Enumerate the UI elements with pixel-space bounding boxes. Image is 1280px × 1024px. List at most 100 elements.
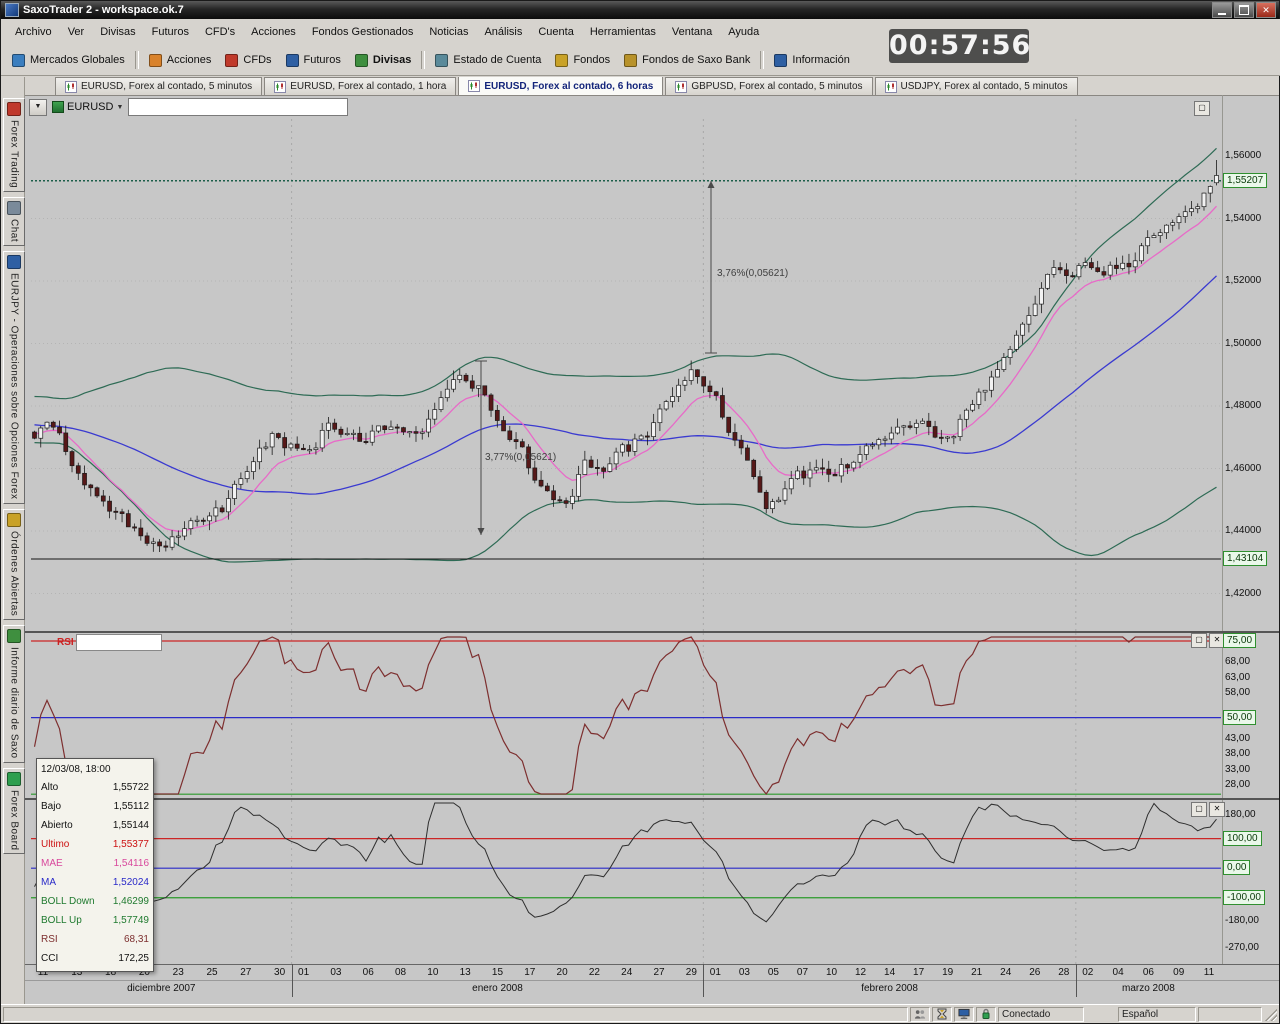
price-pane-maximize-icon[interactable]: ▢ [1194,101,1210,116]
toolbar-button[interactable]: Futuros [279,51,348,70]
sidebar-item[interactable]: Órdenes Abiertas [3,509,25,620]
panel-divider[interactable] [25,631,1279,633]
session-clock: 00:57:56 [889,29,1029,63]
open-orders-icon [7,513,21,527]
chart-icon [274,81,286,93]
toolbar-separator [135,51,139,69]
sidebar-item-label: Forex Trading [9,120,20,188]
menu-bar: ArchivoVerDivisasFuturosCFD'sAccionesFon… [1,19,1280,46]
chart-icon [468,80,480,92]
sidebar-item[interactable]: Forex Board [3,768,25,855]
chart-tab[interactable]: EURUSD, Forex al contado, 1 hora [264,77,456,95]
tooltip-row-value: 1,57749 [113,911,149,930]
toolbar-button[interactable]: Estado de Cuenta [428,51,548,70]
sidebar-item[interactable]: Chat [3,197,25,246]
instrument-icon [52,101,64,113]
toolbar-button-label: Fondos [573,54,610,66]
sidebar-item[interactable]: Informe diario de Saxo [3,625,25,763]
sidebar-item[interactable]: EURJPY - Operaciones sobre Opciones Fore… [3,251,25,504]
maximize-button[interactable] [1234,2,1254,18]
language-indicator[interactable]: Español [1118,1007,1196,1022]
chart-tab[interactable]: USDJPY, Forex al contado, 5 minutos [875,77,1078,95]
rsi-label: RSI [57,637,74,648]
tooltip-row-label: MAE [41,854,63,873]
tooltip-row: Bajo 1,55112 [41,797,149,816]
symbol-selector[interactable]: EURUSD ▼ [52,101,123,113]
tooltip-row-label: Ultimo [41,835,69,854]
svg-text:3,77%(0,05621): 3,77%(0,05621) [485,452,556,463]
toolbar-button-label: CFDs [243,54,271,66]
menu-item[interactable]: Análisis [476,22,530,42]
menu-item[interactable]: Fondos Gestionados [304,22,422,42]
menu-item[interactable]: Herramientas [582,22,664,42]
tooltip-row: BOLL Down 1,46299 [41,892,149,911]
tooltip-row-label: BOLL Up [41,911,82,930]
menu-item[interactable]: Acciones [243,22,304,42]
chart-tab[interactable]: EURUSD, Forex al contado, 5 minutos [55,77,262,95]
toolbar-button[interactable]: Fondos [548,51,617,70]
toolbar-button[interactable]: Información [767,51,856,70]
tooltip-row-value: 1,55377 [113,835,149,854]
toolbar-button-label: Acciones [167,54,212,66]
users-icon[interactable] [910,1007,930,1022]
sidebar-item-label: EURJPY - Operaciones sobre Opciones Fore… [9,273,20,500]
sidebar-item-label: Forex Board [9,790,20,851]
chart-tab[interactable]: EURUSD, Forex al contado, 6 horas [458,77,663,95]
menu-item[interactable]: CFD's [197,22,243,42]
tooltip-row: MAE 1,54116 [41,854,149,873]
price-axis-divider [1222,95,1223,964]
tooltip-row: RSI 68,31 [41,930,149,949]
menu-item[interactable]: Futuros [144,22,197,42]
toolbar-button[interactable]: Divisas [348,51,419,70]
rsi-name-input[interactable] [76,634,162,651]
close-button[interactable]: ✕ [1256,2,1276,18]
cci-restore-icon[interactable]: ▢ [1191,802,1207,817]
tooltip-row-value: 1,55722 [113,778,149,797]
tooltip-row-label: MA [41,873,56,892]
lock-icon[interactable] [976,1007,996,1022]
menu-item[interactable]: Divisas [92,22,143,42]
rsi-restore-icon[interactable]: ▢ [1191,633,1207,648]
status-bar: Conectado Español [1,1004,1279,1023]
saxotrader-window: SaxoTrader 2 - workspace.ok.7 ✕ ArchivoV… [0,0,1280,1024]
chart-tab[interactable]: GBPUSD, Forex al contado, 5 minutos [665,77,872,95]
resize-grip[interactable] [1264,1007,1277,1021]
menu-item[interactable]: Ventana [664,22,720,42]
month-row-divider [25,980,1279,981]
menu-item[interactable]: Ver [60,22,93,42]
tooltip-row: Abierto 1,55144 [41,816,149,835]
tooltip-row-value: 1,46299 [113,892,149,911]
sidebar-item-label: Órdenes Abiertas [9,531,20,616]
price-chart-canvas[interactable]: 3,76%(0,05621)3,77%(0,05621) [31,119,1221,631]
toolbar-button[interactable]: Fondos de Saxo Bank [617,51,757,70]
cci-chart-canvas[interactable] [31,800,1221,964]
info-icon [774,54,787,67]
chart-dropdown-button[interactable]: ▼ [29,99,47,116]
hourglass-icon[interactable] [932,1007,952,1022]
menu-item[interactable]: Cuenta [530,22,581,42]
forex-board-icon [7,772,21,786]
tooltip-row-value: 1,55144 [113,816,149,835]
rsi-chart-canvas[interactable] [31,633,1221,798]
toolbar-button[interactable]: CFDs [218,51,278,70]
cfds-icon [225,54,238,67]
toolbar-button[interactable]: Acciones [142,51,219,70]
chart-icon [675,81,687,93]
cci-close-icon[interactable]: ✕ [1209,802,1225,817]
sidebar-item[interactable]: Forex Trading [3,98,25,192]
toolbar: Mercados Globales Acciones CFDs Futuros … [1,45,1280,76]
rsi-close-icon[interactable]: ✕ [1209,633,1225,648]
symbol-search-input[interactable] [128,98,348,116]
tooltip-row: BOLL Up 1,57749 [41,911,149,930]
panel-divider[interactable] [25,798,1279,800]
xaxis-divider [25,964,1279,965]
menu-item[interactable]: Ayuda [720,22,767,42]
monitor-icon[interactable] [954,1007,974,1022]
connection-status: Conectado [998,1007,1084,1022]
stocks-icon [149,54,162,67]
minimize-button[interactable] [1212,2,1232,18]
menu-item[interactable]: Noticias [421,22,476,42]
toolbar-button[interactable]: Mercados Globales [5,51,132,70]
menu-item[interactable]: Archivo [7,22,60,42]
chart-tab-label: USDJPY, Forex al contado, 5 minutos [901,81,1068,92]
